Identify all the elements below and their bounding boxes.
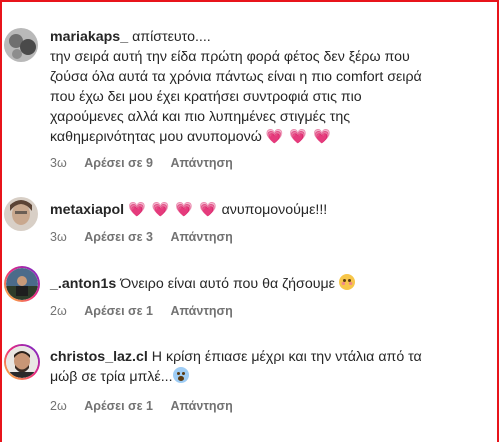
comment-text-line: Η κρίση έπιασε μέχρι και την ντάλια από … [151,349,422,365]
comment-time: 2ω [50,304,67,318]
screaming-face-icon [172,367,189,383]
comment-meta: 2ω Αρέσει σε 1 Απάντηση [50,304,247,318]
avatar-image [4,28,38,62]
avatar-image [6,346,38,378]
comment-text: _.anton1s Όνειρο είναι αυτό που θα ζήσουμ… [50,274,483,294]
comment-text-line: μώβ σε τρία μπλέ... [50,369,173,385]
reply-button[interactable]: Απάντηση [170,399,232,413]
avatar-image [4,197,38,231]
comment-username[interactable]: christos_laz.cl [50,349,148,365]
comment-likes-button[interactable]: Αρέσει σε 9 [84,156,153,170]
comment-username[interactable]: _.anton1s [50,276,116,292]
comment-meta: 3ω Αρέσει σε 9 Απάντηση [50,156,247,170]
comment-meta: 3ω Αρέσει σε 3 Απάντηση [50,230,247,244]
comment-text-line: την σειρά αυτή την είδα πρώτη φορά φέτος… [50,49,410,65]
comment-likes-button[interactable]: Αρέσει σε 1 [84,399,153,413]
comment-text-line: χαρούμενες αλλά και πιο λυπημένες στιγμέ… [50,109,351,125]
comment-text-line: Όνειρο είναι αυτό που θα ζήσουμε [120,276,335,292]
avatar[interactable] [4,28,38,62]
reply-button[interactable]: Απάντηση [170,304,232,318]
comment-time: 2ω [50,399,67,413]
reply-button[interactable]: Απάντηση [170,156,232,170]
comment-text-line: που έχω δει μου έχει κρατήσει συντροφιά … [50,89,362,105]
comment-text: christos_laz.cl Η κρίση έπιασε μέχρι και … [50,347,483,387]
heart-emoji-icon: 💗 💗 💗 💗 [128,202,218,218]
avatar[interactable] [4,344,40,380]
comment-likes-button[interactable]: Αρέσει σε 1 [84,304,153,318]
comment-text-line: καθημερινότητας μου ανυπομονώ [50,129,262,145]
comment-username[interactable]: metaxiapol [50,202,124,218]
comment-text-line: ζούσα όλα αυτά τα χρόνια πάντως είναι η … [50,69,422,85]
comment-likes-button[interactable]: Αρέσει σε 3 [84,230,153,244]
comment-username[interactable]: mariakaps_ [50,29,128,45]
avatar[interactable] [4,197,38,231]
comment-text-line: ανυπομονούμε!!! [221,202,328,218]
avatar[interactable] [4,266,40,302]
blushing-face-icon [338,274,355,290]
reply-button[interactable]: Απάντηση [170,230,232,244]
comment-time: 3ω [50,230,67,244]
heart-emoji-icon: 💗 💗 💗 [265,129,332,145]
comment-text-line: απίστευτο.... [132,29,211,45]
comment-time: 3ω [50,156,67,170]
comment-meta: 2ω Αρέσει σε 1 Απάντηση [50,399,247,413]
comment-text: mariakaps_ απίστευτο.... την σειρά αυτή τ… [50,27,483,147]
comment-text: metaxiapol 💗 💗 💗 💗 ανυπομονούμε!!! [50,200,483,220]
avatar-image [6,268,38,300]
